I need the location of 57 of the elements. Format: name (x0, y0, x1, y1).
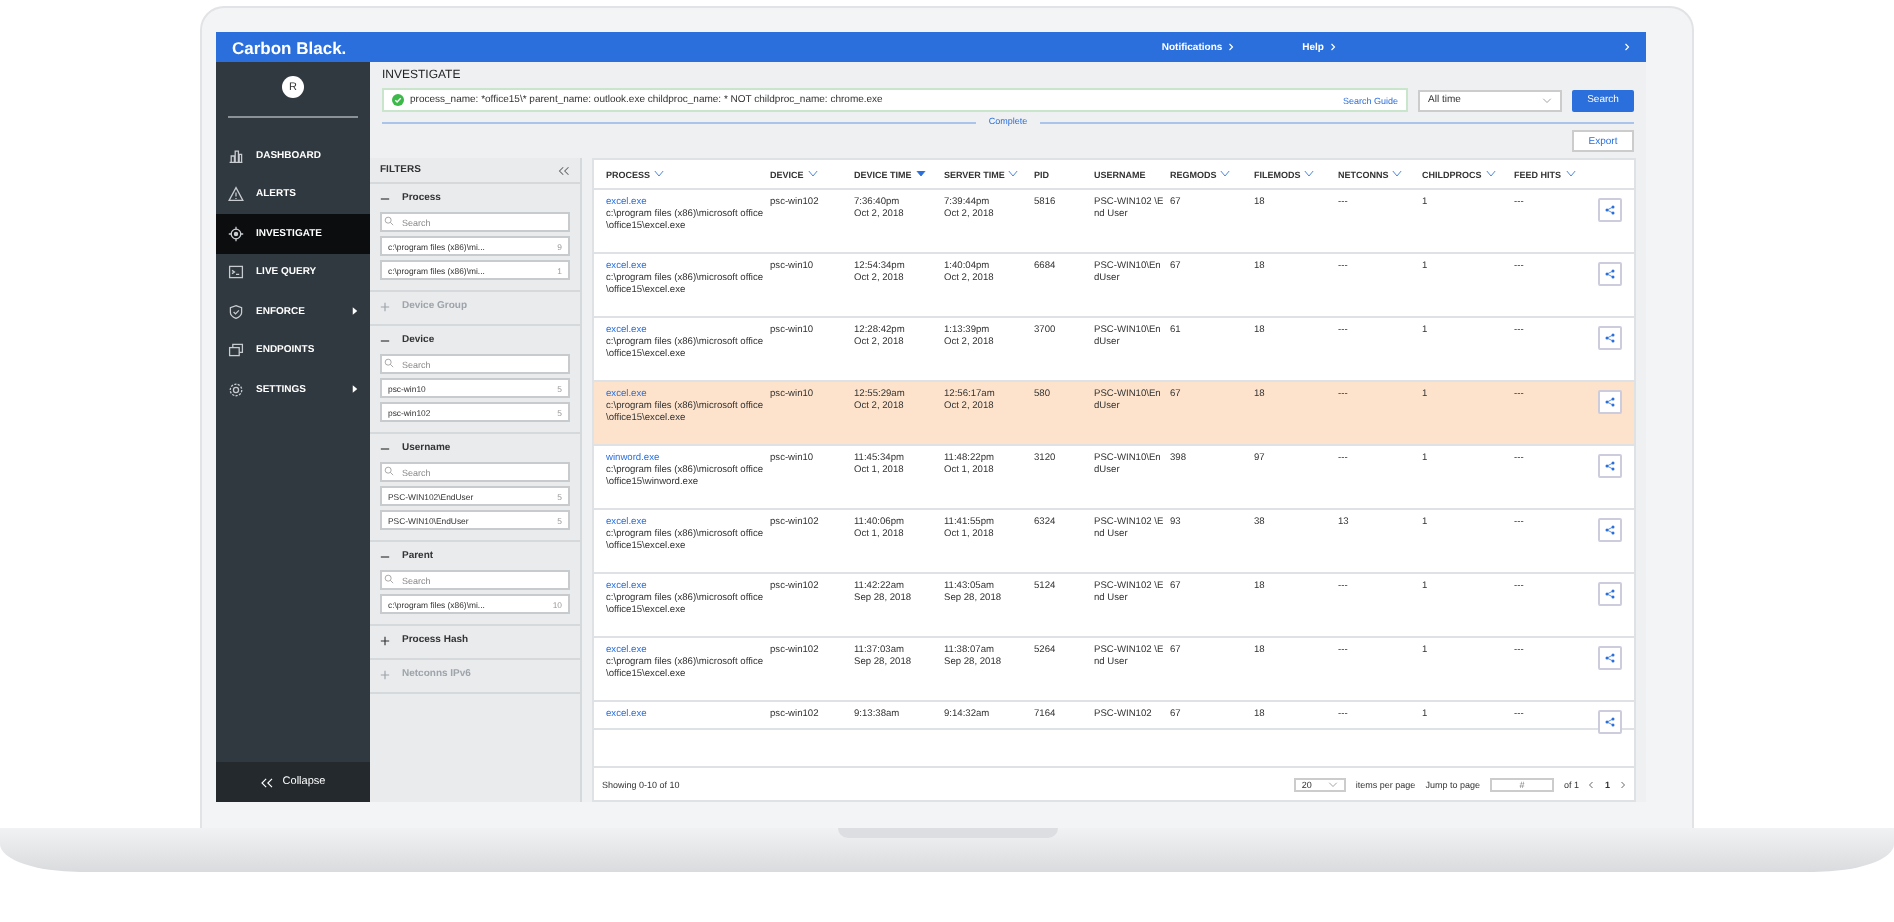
caret-icon (352, 384, 358, 395)
minus-icon (380, 443, 390, 453)
terminal-icon (228, 264, 244, 281)
search-icon (384, 574, 394, 584)
sort-caret-icon (1565, 170, 1576, 178)
caret-icon (352, 306, 358, 317)
caret-down-icon (1542, 97, 1552, 103)
share-button[interactable] (1598, 198, 1622, 222)
share-icon (1604, 588, 1616, 600)
plus-icon (380, 301, 390, 311)
sort-caret-icon (1304, 170, 1315, 178)
brand-logo: Carbon Black. (232, 37, 347, 57)
plus-icon (380, 669, 390, 679)
share-button[interactable] (1598, 646, 1622, 670)
minus-icon (380, 335, 390, 345)
check-circle-icon (392, 94, 404, 106)
chevron-right-icon[interactable] (1620, 779, 1626, 789)
share-button[interactable] (1598, 262, 1622, 286)
sort-caret-icon (807, 170, 818, 178)
double-chevron-icon (260, 777, 275, 787)
settings-icon (228, 381, 244, 398)
chevron-left-icon[interactable] (1588, 779, 1595, 789)
sort-caret-icon (915, 170, 926, 178)
share-button[interactable] (1598, 518, 1622, 542)
sort-caret-icon (1220, 170, 1231, 178)
share-button[interactable] (1598, 326, 1622, 350)
sort-caret-icon (654, 170, 665, 178)
search-icon (384, 216, 394, 226)
shield-icon (228, 303, 244, 320)
share-icon (1604, 716, 1616, 728)
crosshair-icon (228, 225, 244, 242)
share-button[interactable] (1598, 710, 1622, 734)
windows-icon (228, 342, 244, 359)
minus-icon (380, 551, 390, 561)
share-icon (1604, 268, 1616, 280)
minus-icon (380, 193, 390, 203)
sort-caret-icon (1392, 170, 1403, 178)
chevron-right-icon (1330, 42, 1336, 52)
share-button[interactable] (1598, 582, 1622, 606)
share-icon (1604, 460, 1616, 472)
share-button[interactable] (1598, 454, 1622, 478)
share-button[interactable] (1598, 390, 1622, 414)
search-icon (384, 358, 394, 368)
plus-icon (380, 635, 390, 645)
search-icon (384, 466, 394, 476)
share-icon (1604, 652, 1616, 664)
sort-caret-icon (1008, 170, 1019, 178)
sort-caret-icon (1485, 170, 1496, 178)
bar-chart-icon (228, 147, 244, 164)
caret-down-icon (1327, 781, 1338, 787)
share-icon (1604, 204, 1616, 216)
double-chevron-icon[interactable] (558, 165, 570, 175)
chevron-right-icon (1228, 42, 1235, 52)
share-icon (1604, 524, 1616, 536)
share-icon (1604, 396, 1616, 408)
warning-icon (228, 186, 244, 203)
share-icon (1604, 332, 1616, 344)
